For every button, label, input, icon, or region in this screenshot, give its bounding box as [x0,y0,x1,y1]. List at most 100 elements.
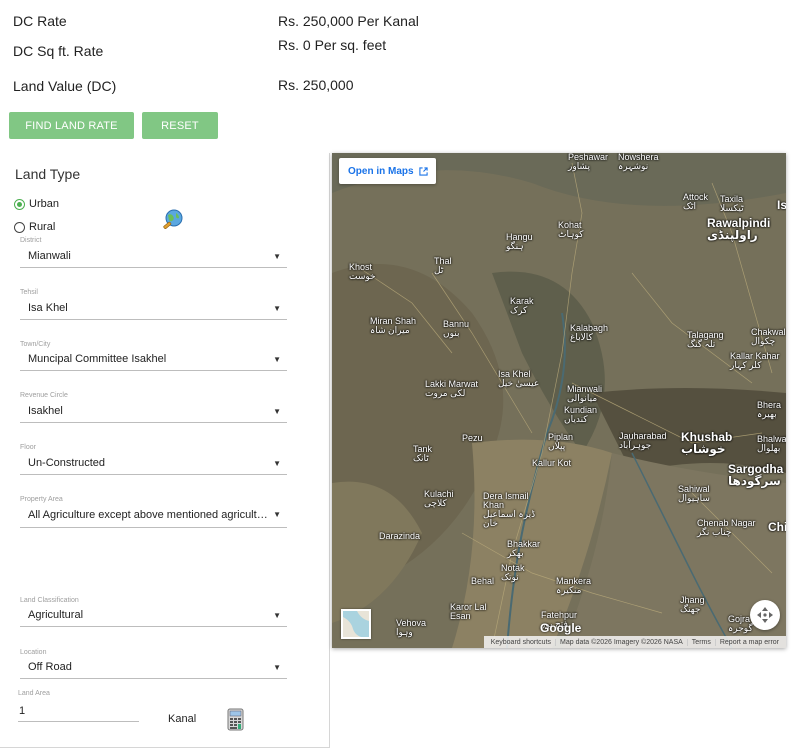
open-in-maps-button[interactable]: Open in Maps [339,158,436,184]
map-label: Kallar Kahar کلر کہار [730,351,780,370]
find-land-rate-button[interactable]: FIND LAND RATE [9,112,134,139]
floor-select[interactable]: Un-Constructed ▼ [20,451,287,475]
map-label: Chakwal چکوال [751,327,786,346]
revenue-circle-label: Revenue Circle [20,392,68,399]
calculator-icon[interactable] [227,708,244,731]
map-label: Kallur Kot [532,458,572,468]
chevron-down-icon: ▼ [273,304,281,313]
map-label: Nowshera نوشہرہ [618,153,659,171]
pan-arrows-icon [757,607,773,623]
map-label: Taxila ٹیکسلا [720,194,744,213]
globe-search-icon[interactable] [162,209,184,231]
radio-rural-label: Rural [29,221,56,233]
map-label: Peshawar پشاور [568,153,609,171]
radio-urban[interactable]: Urban [14,198,59,210]
chevron-down-icon: ▼ [273,252,281,261]
map-label: Bhakkar بھکر [507,539,541,558]
map-label: Talagang تلہ گنگ [687,330,724,349]
map-label: Piplan پپلاں [548,432,574,451]
revenue-circle-value: Isakhel [28,404,63,417]
map-label: Darazinda [379,531,421,541]
map-label: Thal ٹل [434,256,452,275]
chevron-down-icon: ▼ [273,407,281,416]
map-label: Notak نوتک [501,563,525,582]
town-select[interactable]: Muncipal Committee Isakhel ▼ [20,347,287,371]
chevron-down-icon: ▼ [273,663,281,672]
keyboard-shortcuts-link[interactable]: Keyboard shortcuts [487,638,557,646]
revenue-circle-select[interactable]: Isakhel ▼ [20,399,287,423]
map-label: Sahiwal ساہیوال [678,484,710,503]
map-label: Tank ٹانک [413,444,433,463]
map-label: Pezu [462,433,483,443]
map-label: Is [777,198,786,212]
map-label: Lakki Marwat لکی مروت [425,379,479,398]
town-value: Muncipal Committee Isakhel [28,352,167,365]
location-select[interactable]: Off Road ▼ [20,655,287,679]
map-label: Bannu بنوں [443,319,470,338]
map-label: Kulachi کلاچی [424,489,454,508]
radio-urban-indicator[interactable] [14,198,25,210]
land-area-label: Land Area [18,690,50,697]
property-area-select[interactable]: All Agriculture except above mentioned a… [20,502,287,528]
chevron-down-icon: ▼ [273,355,281,364]
terms-link[interactable]: Terms [688,638,716,646]
dc-rate-label: DC Rate [13,13,67,29]
land-value-label: Land Value (DC) [13,78,117,94]
satellite-map[interactable]: Open in Maps Peshawar پشاور Nowshera نوشہر… [332,153,786,648]
map-attribution: Keyboard shortcuts Map data ©2026 Imager… [483,636,786,648]
map-label: Chenab Nagar چناب نگر [697,518,756,537]
land-form-panel: Land Type Urban Rural District Mianwali … [0,153,330,748]
radio-rural[interactable]: Rural [14,221,55,233]
location-value: Off Road [28,660,72,673]
map-label: Jauharabad جوہرآباد [619,431,667,450]
map-type-toggle[interactable] [341,609,371,639]
report-map-error-link[interactable]: Report a map error [716,639,783,646]
map-label: Kohat کوہاٹ [558,220,584,239]
map-label: Miran Shah میران شاہ [370,316,417,335]
external-link-icon [418,166,428,176]
map-label: Khushab خوشاب [681,430,733,456]
chevron-down-icon: ▼ [273,459,281,468]
unit-label: Kanal [168,713,197,725]
map-label: Attock اٹک [683,192,709,211]
land-type-title: Land Type [15,166,81,182]
map-label: Karak کرک [510,296,534,315]
tehsil-value: Isa Khel [28,301,68,314]
chevron-down-icon: ▼ [273,611,281,620]
reset-button[interactable]: RESET [142,112,218,139]
radio-urban-label: Urban [29,198,59,210]
map-label: Bhalwal بھلوال [757,434,786,453]
map-label: Gojra گوجرہ [728,614,753,633]
map-label: Vehova وہوا [396,618,427,637]
camera-control-button[interactable] [750,600,780,630]
floor-value: Un-Constructed [28,456,106,469]
map-label: Jhang جھنگ [680,595,705,614]
map-data-text: Map data ©2026 Imagery ©2026 NASA [556,638,688,646]
tehsil-label: Tehsil [20,289,38,296]
land-classification-value: Agricultural [28,608,84,621]
district-value: Mianwali [28,249,71,262]
land-classification-select[interactable]: Agricultural ▼ [20,603,287,627]
land-value-value: Rs. 250,000 [278,77,354,93]
dc-sqft-label: DC Sq ft. Rate [13,43,104,59]
map-label: Karor Lal Esan [450,602,487,621]
map-thumbnail-icon [343,611,369,637]
dc-sqft-value: Rs. 0 Per sq. feet [278,37,387,53]
map-label: Hangu ہنگو [506,232,533,251]
map-label: Dera Ismail Khan ڈیرہ اسماعیل خان [483,491,536,528]
map-label: Behal [471,576,495,586]
map-label: Rawalpindi راولپنڈی [707,216,771,242]
google-logo: Google [540,621,582,635]
tehsil-select[interactable]: Isa Khel ▼ [20,296,287,320]
map-label: Kalabagh کالاباغ [570,323,609,342]
map-label: Kundian کندیاں [564,405,598,424]
radio-rural-indicator[interactable] [14,221,25,233]
map-label: Chi [768,520,786,534]
map-label: Sargodha سرگودھا [728,462,784,488]
map-label: Mianwali میانوالی [567,384,603,403]
district-select[interactable]: Mianwali ▼ [20,244,287,268]
dc-rate-value: Rs. 250,000 Per Kanal [278,13,419,29]
map-label: Mankera منکیرہ [556,576,592,595]
land-area-input[interactable] [18,700,139,722]
map-label: Khost خوست [349,262,376,281]
